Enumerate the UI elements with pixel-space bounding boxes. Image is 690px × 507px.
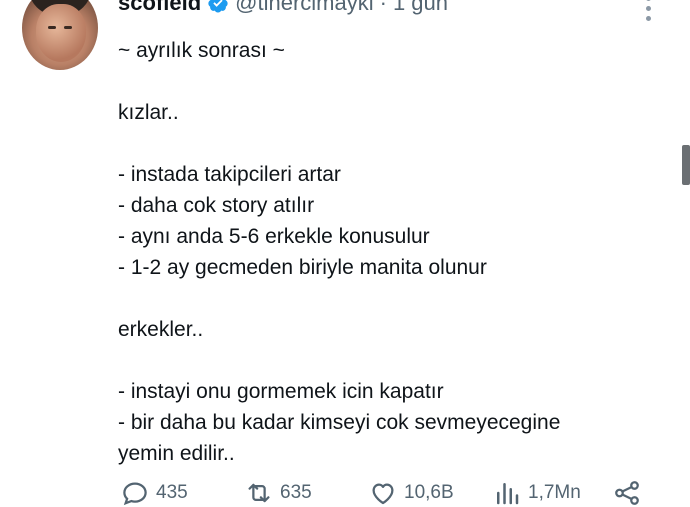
tweet-header: scofield @tinercimayki · 1 gün	[118, 0, 448, 16]
text-line: - bir daha bu kadar kimseyi cok sevmeyec…	[118, 411, 561, 434]
more-icon[interactable]	[646, 0, 651, 21]
retweet-icon	[248, 483, 270, 503]
verified-badge-icon	[208, 0, 228, 13]
action-bar: 435 635 10,6B 1,7Mn	[118, 478, 648, 507]
reply-button[interactable]: 435	[120, 478, 188, 507]
avatar[interactable]	[22, 0, 98, 70]
like-count: 10,6B	[404, 482, 454, 503]
tweet-time[interactable]: 1 gün	[393, 0, 448, 16]
text-line: - 1-2 ay gecmeden biriyle manita olunur	[118, 256, 487, 279]
views-icon	[497, 483, 519, 505]
author-handle[interactable]: @tinercimayki	[235, 0, 373, 16]
text-line: - instada takipcileri artar	[118, 163, 341, 186]
text-line: kızlar..	[118, 101, 179, 124]
text-line: ~ ayrılık sonrası ~	[118, 39, 285, 62]
scrollbar-thumb[interactable]	[682, 145, 690, 185]
text-line: - aynı anda 5-6 erkekle konusulur	[118, 225, 430, 248]
share-button[interactable]	[612, 478, 642, 507]
text-line: yemin edilir..	[118, 442, 235, 465]
tweet: scofield @tinercimayki · 1 gün ~ ayrılık…	[0, 0, 690, 507]
share-icon	[615, 481, 639, 505]
reply-icon	[123, 482, 147, 506]
retweet-count: 635	[280, 482, 312, 503]
separator-dot: ·	[379, 0, 387, 15]
views-count: 1,7Mn	[528, 482, 581, 503]
tweet-text: ~ ayrılık sonrası ~ kızlar.. - instada t…	[118, 35, 658, 469]
text-line: erkekler..	[118, 318, 204, 341]
heart-icon	[372, 483, 394, 505]
text-line: - daha cok story atılır	[118, 194, 315, 217]
reply-count: 435	[156, 482, 188, 503]
author-name[interactable]: scofield	[118, 0, 201, 16]
views-button[interactable]: 1,7Mn	[492, 478, 581, 507]
like-button[interactable]: 10,6B	[368, 478, 454, 507]
text-line: - instayi onu gormemek icin kapatır	[118, 380, 444, 403]
retweet-button[interactable]: 635	[244, 478, 312, 507]
